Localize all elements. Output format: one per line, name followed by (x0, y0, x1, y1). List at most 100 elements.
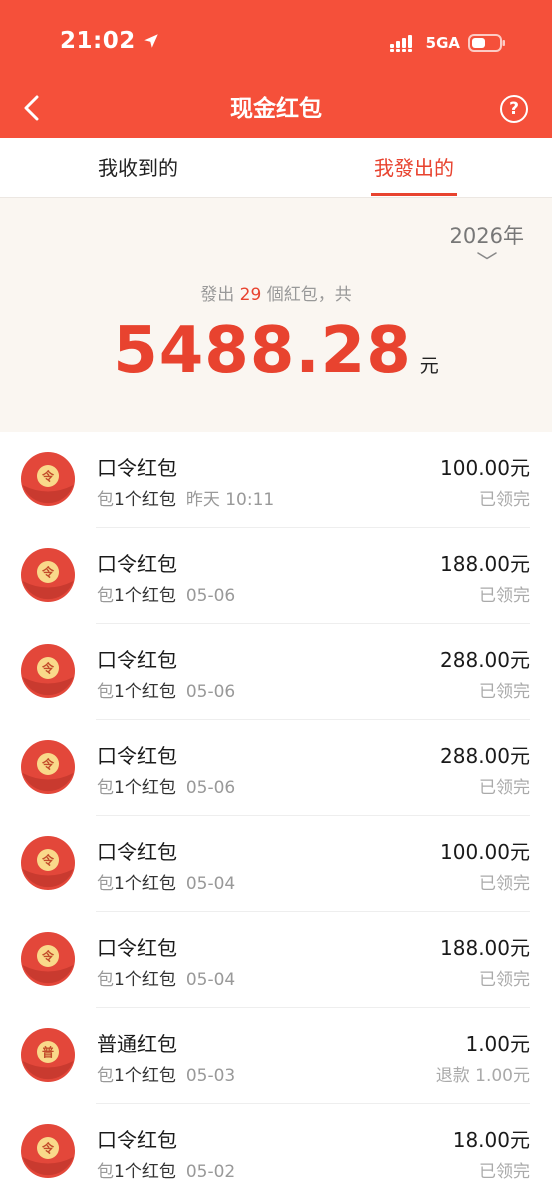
packet-amount: 288.00元 (440, 744, 530, 768)
envelope-seal: 令 (41, 757, 55, 772)
help-button[interactable]: ? (500, 95, 528, 123)
list-item[interactable]: 令 口令红包 包1个红包 05-06 188.00元 已领完 (0, 528, 552, 624)
tab-active-indicator (371, 193, 457, 196)
red-envelope-icon: 令 (21, 1124, 75, 1178)
red-envelope-icon: 令 (21, 548, 75, 602)
packet-qty: 1个红包 (114, 1066, 176, 1086)
packet-amount: 100.00元 (440, 456, 530, 480)
list-item[interactable]: 令 口令红包 包1个红包 05-04 100.00元 已领完 (0, 816, 552, 912)
envelope-seal: 令 (41, 661, 55, 676)
packet-prefix: 包 (97, 490, 114, 510)
packet-date: 昨天 10:11 (185, 490, 275, 510)
sent-prefix: 發出 (200, 285, 235, 305)
page-title: 现金红包 (230, 96, 322, 122)
list-item[interactable]: 令 口令红包 包1个红包 昨天 10:11 100.00元 已领完 (0, 432, 552, 528)
packet-status: 已领完 (479, 586, 530, 606)
packet-status: 退款 1.00元 (435, 1066, 530, 1086)
packet-date: 05-06 (185, 586, 236, 606)
packet-type: 口令红包 (97, 936, 177, 960)
packet-qty: 1个红包 (114, 970, 176, 990)
packet-status: 已领完 (479, 1162, 530, 1182)
list-item[interactable]: 令 口令红包 包1个红包 05-06 288.00元 已领完 (0, 624, 552, 720)
envelope-seal: 普 (42, 1045, 54, 1060)
packet-details: 包1个红包 05-03 (97, 1061, 235, 1086)
total-unit: 元 (419, 355, 439, 377)
packet-prefix: 包 (97, 970, 114, 990)
packet-date: 05-02 (185, 1162, 236, 1182)
packet-type: 口令红包 (97, 744, 177, 768)
packet-date: 05-06 (185, 682, 236, 702)
sent-count: 29 (239, 285, 262, 305)
tab-sent[interactable]: 我發出的 (276, 138, 552, 198)
status-indicators: 5GA (389, 33, 506, 53)
packet-amount: 188.00元 (440, 936, 530, 960)
envelope-seal: 令 (41, 949, 55, 964)
list-item[interactable]: 普 普通红包 包1个红包 05-03 1.00元 退款 1.00元 (0, 1008, 552, 1104)
packet-type: 普通红包 (97, 1032, 177, 1056)
status-bar: 21:02 5GA (0, 0, 552, 90)
packet-details: 包1个红包 05-06 (97, 581, 235, 606)
app-header: 21:02 5GA 现金红包 ? (0, 0, 552, 138)
packet-amount: 18.00元 (452, 1128, 530, 1152)
packet-details: 包1个红包 05-02 (97, 1157, 235, 1182)
status-time-text: 21:02 (60, 28, 136, 54)
packet-qty: 1个红包 (114, 778, 176, 798)
packet-type: 口令红包 (97, 456, 177, 480)
red-packet-list: 令 口令红包 包1个红包 昨天 10:11 100.00元 已领完 令 口令红包 … (0, 432, 552, 1200)
envelope-seal: 令 (41, 565, 55, 580)
sent-count-text: 發出 29 個紅包，共 (0, 280, 552, 305)
sent-suffix: 個紅包，共 (266, 285, 352, 305)
packet-qty: 1个红包 (114, 586, 176, 606)
packet-date: 05-04 (185, 874, 236, 894)
network-type: 5GA (425, 34, 460, 52)
envelope-seal: 令 (41, 469, 55, 484)
packet-type: 口令红包 (97, 1128, 177, 1152)
packet-details: 包1个红包 05-06 (97, 677, 235, 702)
packet-amount: 1.00元 (465, 1032, 530, 1056)
location-arrow-icon (143, 34, 158, 48)
packet-qty: 1个红包 (114, 1162, 176, 1182)
chevron-down-icon (477, 252, 497, 260)
packet-type: 口令红包 (97, 840, 177, 864)
list-item[interactable]: 令 口令红包 包1个红包 05-04 188.00元 已领完 (0, 912, 552, 1008)
summary-panel: 2026年 發出 29 個紅包，共 5488.28 元 (0, 198, 552, 432)
battery-icon (468, 34, 505, 52)
packet-prefix: 包 (97, 778, 114, 798)
packet-status: 已领完 (479, 970, 530, 990)
envelope-seal: 令 (41, 1141, 55, 1156)
red-envelope-icon: 令 (21, 452, 75, 506)
year-label: 2026年 (449, 224, 524, 248)
packet-prefix: 包 (97, 1162, 114, 1182)
packet-amount: 288.00元 (440, 648, 530, 672)
packet-prefix: 包 (97, 682, 114, 702)
envelope-seal: 令 (41, 853, 55, 868)
packet-qty: 1个红包 (114, 682, 176, 702)
packet-date: 05-06 (185, 778, 236, 798)
packet-type: 口令红包 (97, 648, 177, 672)
packet-details: 包1个红包 05-04 (97, 869, 235, 894)
red-envelope-icon: 令 (21, 644, 75, 698)
packet-status: 已领完 (479, 778, 530, 798)
year-selector[interactable]: 2026年 (450, 220, 524, 260)
list-item[interactable]: 令 口令红包 包1个红包 05-06 288.00元 已领完 (0, 720, 552, 816)
signal-icon (389, 35, 412, 52)
total-amount: 5488.28 (113, 314, 412, 388)
red-envelope-icon: 令 (21, 740, 75, 794)
packet-status: 已领完 (479, 490, 530, 510)
packet-status: 已领完 (479, 874, 530, 894)
packet-qty: 1个红包 (114, 490, 176, 510)
tab-received[interactable]: 我收到的 (0, 138, 276, 198)
packet-prefix: 包 (97, 1066, 114, 1086)
packet-date: 05-04 (185, 970, 236, 990)
list-item[interactable]: 令 口令红包 包1个红包 05-02 18.00元 已领完 (0, 1104, 552, 1200)
packet-status: 已领完 (479, 682, 530, 702)
packet-prefix: 包 (97, 874, 114, 894)
packet-prefix: 包 (97, 586, 114, 606)
packet-amount: 100.00元 (440, 840, 530, 864)
packet-amount: 188.00元 (440, 552, 530, 576)
packet-qty: 1个红包 (114, 874, 176, 894)
packet-date: 05-03 (185, 1066, 236, 1086)
red-envelope-icon: 令 (21, 836, 75, 890)
red-envelope-icon: 令 (21, 932, 75, 986)
packet-details: 包1个红包 昨天 10:11 (97, 485, 274, 510)
